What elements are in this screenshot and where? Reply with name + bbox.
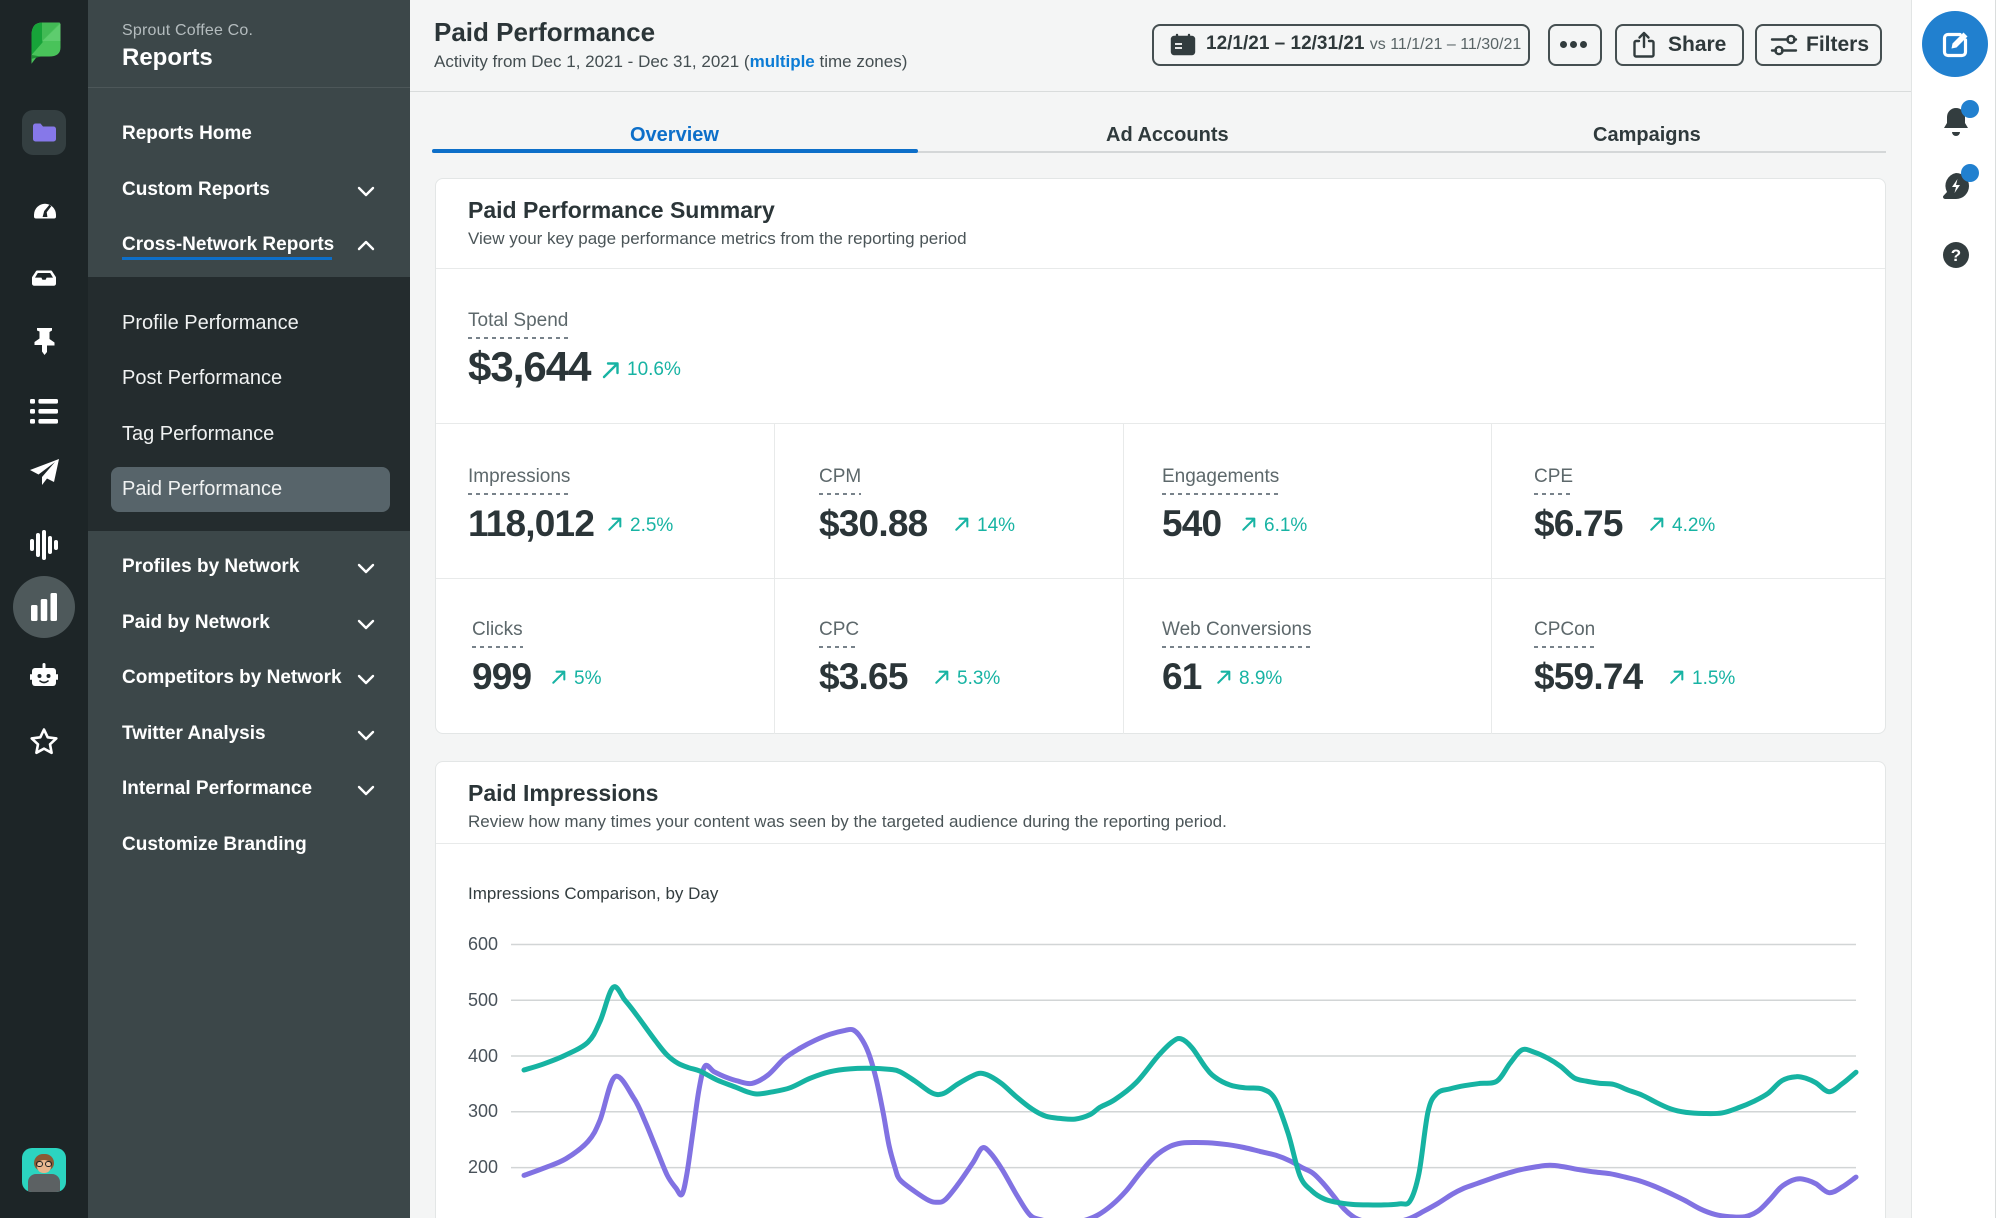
svg-text:?: ? xyxy=(1951,246,1961,265)
